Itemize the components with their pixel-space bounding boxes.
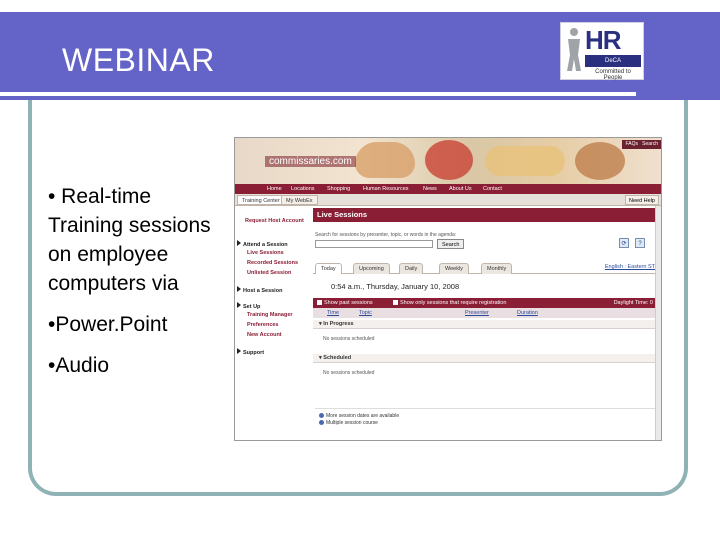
left-nav-label: Host a Session (243, 288, 283, 294)
left-nav-live-sessions[interactable]: Live Sessions (247, 250, 284, 257)
col-time[interactable]: Time (327, 308, 339, 318)
tab-daily[interactable]: Daily (399, 263, 424, 274)
bullet-item: •Power.Point (48, 313, 168, 336)
logo-subtitle: DeCA HEADQUARTERS (585, 55, 641, 76)
tab-monthly[interactable]: Monthly (481, 263, 513, 274)
more-dates-icon (319, 413, 324, 419)
left-nav-attend[interactable]: Attend a Session (237, 240, 288, 249)
group-in-progress[interactable]: ▾ In Progress (313, 320, 659, 329)
left-nav-label: Support (243, 350, 265, 356)
legend: More session dates are available Multipl… (315, 408, 661, 438)
nav-news[interactable]: News (423, 184, 437, 194)
webex-screenshot: FAQs Search commissaries.com Home Locati… (234, 137, 662, 441)
legend-more-dates: More session dates are available (319, 413, 399, 419)
timezone-link[interactable]: English : Eastern ST (605, 264, 655, 270)
expand-arrow-icon (237, 286, 241, 292)
search-help-text: Search for sessions by presenter, topic,… (315, 232, 457, 238)
banner-food-image (485, 146, 565, 176)
left-nav-new-account[interactable]: New Account (247, 332, 282, 339)
nav-about-us[interactable]: About Us (449, 184, 472, 194)
checkbox-icon (393, 300, 398, 306)
group-scheduled[interactable]: ▾ Scheduled (313, 354, 659, 363)
column-headers: Time Topic Presenter Duration (313, 308, 659, 318)
bullet-list: • Real-time Training sessions on employe… (48, 182, 218, 392)
site-banner: FAQs Search commissaries.com (235, 138, 661, 184)
live-sessions-title: Live Sessions (313, 208, 659, 222)
col-duration[interactable]: Duration (517, 308, 538, 318)
expand-arrow-icon (237, 348, 241, 354)
refresh-icon[interactable]: ⟳ (619, 238, 629, 248)
nav-home[interactable]: Home (267, 184, 282, 194)
person-logo-icon (567, 28, 581, 71)
left-nav-unlisted-session[interactable]: Unlisted Session (247, 270, 291, 277)
session-search-input[interactable] (315, 240, 433, 248)
site-logo[interactable]: commissaries.com (265, 156, 356, 167)
daylight-time: Daylight Time: 0 (613, 300, 653, 306)
left-nav-request-host[interactable]: Request Host Account (245, 218, 305, 225)
left-nav: Request Host Account Attend a Session Li… (235, 206, 311, 440)
left-nav-recorded-sessions[interactable]: Recorded Sessions (247, 260, 298, 267)
search-button[interactable]: Search (437, 239, 465, 249)
banner-food-image (425, 140, 473, 180)
banner-food-image (575, 142, 625, 180)
legend-multiple-session: Multiple session course (319, 420, 378, 426)
nav-contact[interactable]: Contact (483, 184, 502, 194)
left-nav-host[interactable]: Host a Session (237, 286, 282, 295)
live-sessions-panel: Live Sessions Search for sessions by pre… (313, 208, 661, 440)
logo-hr-text: HR (585, 25, 622, 55)
group-label: Scheduled (323, 355, 352, 361)
filter-label: Show only sessions that require registra… (400, 300, 507, 306)
expand-arrow-icon (237, 302, 241, 308)
scrollbar[interactable] (655, 206, 661, 440)
title-divider (0, 92, 636, 96)
empty-in-progress: No sessions scheduled (323, 336, 375, 342)
bullet-item: •Audio (48, 354, 110, 377)
nav-shopping[interactable]: Shopping (327, 184, 350, 194)
left-nav-label: Set Up (243, 304, 261, 310)
left-nav-setup[interactable]: Set Up (237, 302, 260, 311)
bullet-item: • Real-time Training sessions on employe… (48, 185, 211, 295)
expand-arrow-icon (237, 240, 241, 246)
col-topic[interactable]: Topic (359, 308, 372, 318)
hr-logo: HR DeCA HEADQUARTERS Committed to People (560, 22, 644, 81)
left-nav-label: Attend a Session (243, 242, 288, 248)
search-top-button[interactable]: Search (639, 140, 661, 149)
col-presenter[interactable]: Presenter (465, 308, 489, 318)
tab-training-center[interactable]: Training Center (237, 195, 285, 205)
show-past-checkbox[interactable]: Show past sessions (317, 298, 373, 308)
tab-today[interactable]: Today (315, 263, 342, 274)
registration-only-checkbox[interactable]: Show only sessions that require registra… (393, 298, 506, 308)
slide-title: WEBINAR (62, 42, 215, 78)
tab-weekly[interactable]: Weekly (439, 263, 469, 274)
left-nav-preferences[interactable]: Preferences (247, 322, 279, 329)
help-icon[interactable]: ? (635, 238, 645, 248)
multiple-session-icon (319, 420, 324, 426)
filter-bar: Show past sessions Show only sessions th… (313, 298, 659, 308)
logo-tagline: Committed to People (595, 69, 631, 81)
nav-locations[interactable]: Locations (291, 184, 315, 194)
checkbox-icon (317, 300, 322, 306)
group-label: In Progress (323, 321, 354, 327)
legend-text: Multiple session course (326, 420, 378, 426)
left-nav-training-manager[interactable]: Training Manager (247, 312, 293, 319)
need-help-button[interactable]: Need Help (625, 195, 659, 205)
legend-text: More session dates are available (326, 413, 400, 419)
site-nav: Home Locations Shopping Human Resources … (235, 184, 661, 194)
banner-food-image (355, 142, 415, 178)
tab-my-webex[interactable]: My WebEx (281, 195, 318, 205)
current-date: 0:54 a.m., Thursday, January 10, 2008 (331, 282, 460, 291)
empty-scheduled: No sessions scheduled (323, 370, 375, 376)
nav-human-resources[interactable]: Human Resources (363, 184, 409, 194)
filter-label: Show past sessions (324, 300, 373, 306)
tab-upcoming[interactable]: Upcoming (353, 263, 390, 274)
left-nav-support[interactable]: Support (237, 348, 264, 357)
app-tab-strip: Training Center My WebEx Need Help (235, 194, 661, 206)
